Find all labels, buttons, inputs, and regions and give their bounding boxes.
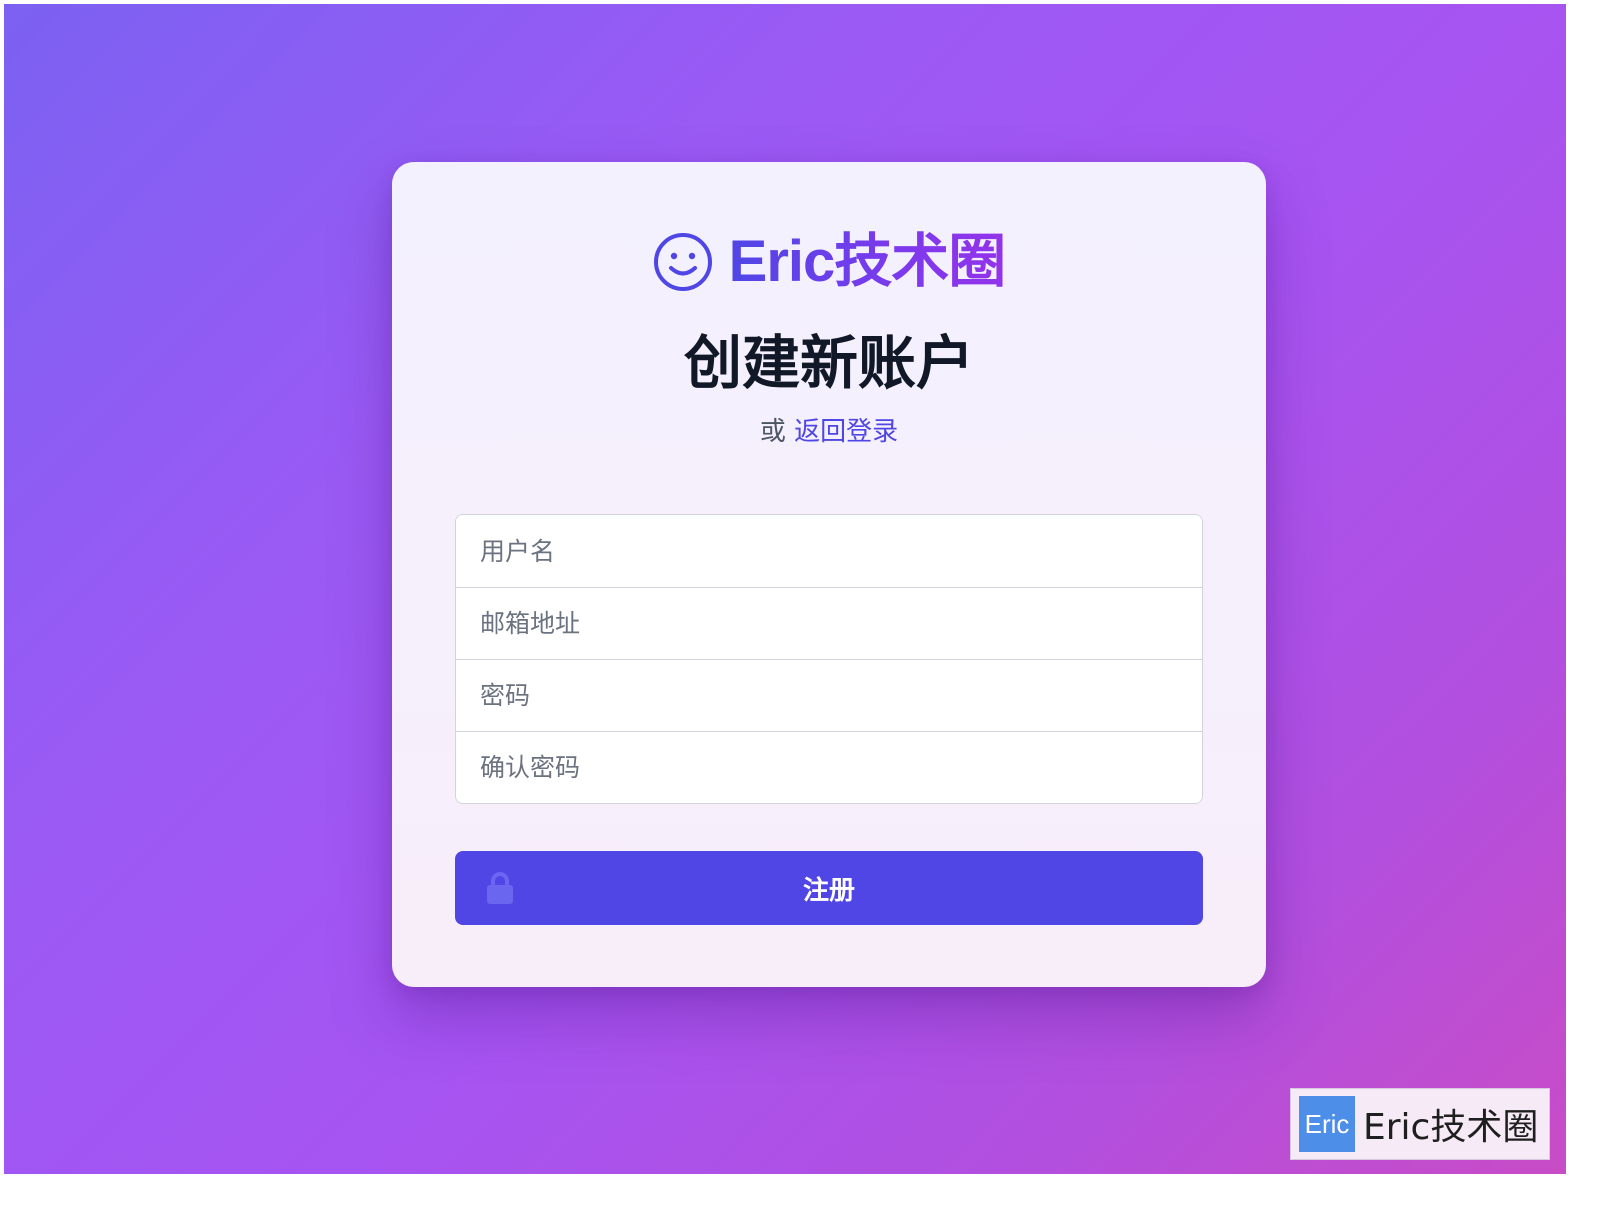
register-button[interactable]: 注册 bbox=[455, 851, 1203, 925]
back-to-login-link[interactable]: 返回登录 bbox=[794, 417, 898, 447]
brand-name: Eric技术圈 bbox=[728, 229, 1007, 294]
login-prompt: 或 返回登录 bbox=[392, 414, 1266, 450]
smiley-face-icon bbox=[653, 233, 712, 291]
or-text: 或 bbox=[759, 417, 786, 447]
brand-logo: Eric技术圈 bbox=[392, 230, 1266, 294]
register-card: Eric技术圈 创建新账户 或 返回登录 注册 bbox=[392, 162, 1266, 987]
watermark-badge: Eric bbox=[1299, 1096, 1355, 1152]
watermark: Eric Eric技术圈 bbox=[1290, 1088, 1550, 1160]
lock-icon bbox=[487, 872, 513, 904]
confirm-password-input[interactable] bbox=[456, 731, 1202, 803]
username-input[interactable] bbox=[456, 515, 1202, 587]
register-button-label: 注册 bbox=[802, 875, 855, 906]
page-background: Eric技术圈 创建新账户 或 返回登录 注册 Eric Eric技术圈 bbox=[4, 4, 1566, 1174]
password-input[interactable] bbox=[456, 659, 1202, 731]
watermark-text: Eric技术圈 bbox=[1363, 1107, 1539, 1148]
register-fields bbox=[455, 514, 1203, 804]
email-input[interactable] bbox=[456, 587, 1202, 659]
page-title: 创建新账户 bbox=[683, 329, 974, 397]
